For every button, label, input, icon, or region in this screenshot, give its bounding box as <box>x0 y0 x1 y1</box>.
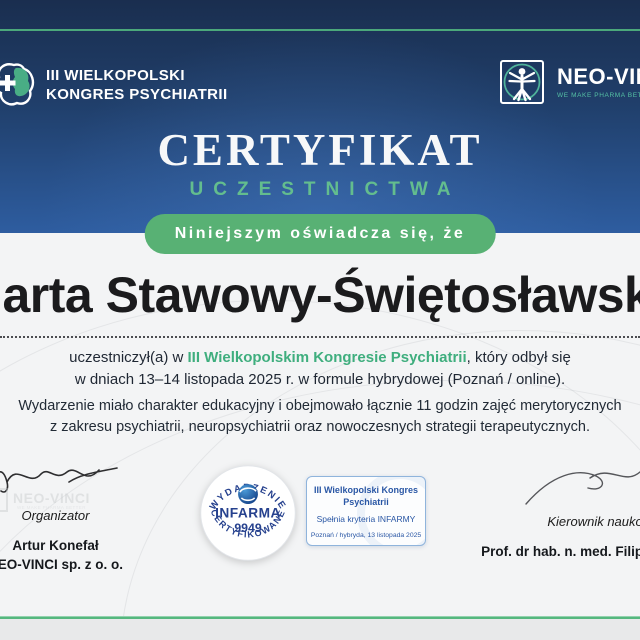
certificate-subtitle: UCZESTNICTWA <box>189 179 461 200</box>
scientific-director-name: Prof. dr hab. n. med. Filip Rybakowski <box>481 544 640 559</box>
neovinci-name: NEO-VINCI <box>557 64 640 90</box>
infarma-certified-badge: WYDARZENIE INFARMA 9949 CERTYFIKOWANE <box>200 465 296 561</box>
congress-logo: III WIELKOPOLSKI KONGRES PSYCHIATRII <box>0 60 228 110</box>
infarma-badge-name: INFARMA <box>215 506 281 521</box>
neovinci-tagline: WE MAKE PHARMA BETTER <box>557 91 640 99</box>
top-accent-line <box>0 29 640 31</box>
event-badge-title-line2: Psychiatrii <box>343 496 389 507</box>
congress-name-highlight: III Wielkopolskim Kongresie Psychiatrii <box>187 349 467 366</box>
organizer-signature <box>0 467 118 493</box>
event-badge-title: III Wielkopolski Kongres Psychiatrii <box>307 485 425 508</box>
recipient-name: Marta Stawowy-Świętosławska <box>0 267 640 323</box>
organizer-role: Organizator <box>21 508 90 523</box>
scientific-director-signature <box>524 470 640 505</box>
vitruvian-man-icon <box>500 60 544 104</box>
brain-cross-icon <box>0 63 35 106</box>
event-criteria-badge: III Wielkopolski Kongres Psychiatrii Spe… <box>306 476 426 546</box>
neovinci-text: NEO-VINCI WE MAKE PHARMA BETTER <box>557 64 640 99</box>
neovinci-logo: NEO-VINCI WE MAKE PHARMA BETTER <box>498 58 640 106</box>
congress-logo-line2: KONGRES PSYCHIATRII <box>46 86 228 103</box>
organizer-block: ✦ NEO-VINCI WE MAKE PHARMA BETTER Organi… <box>0 458 173 572</box>
dotted-divider <box>0 336 640 338</box>
organizer-company: NEO-VINCI sp. z o. o. <box>0 557 123 572</box>
event-badge-criteria: Spełnia kryteria INFARMY <box>316 514 416 525</box>
participation-suffix: , który odbył się <box>466 349 571 366</box>
scientific-director-block: Kierownik naukowy Prof. dr hab. n. med. … <box>468 460 640 559</box>
congress-logo-text: III WIELKOPOLSKI KONGRES PSYCHIATRII <box>46 66 228 105</box>
description-paragraph: Wydarzenie miało charakter edukacyjny i … <box>0 396 640 438</box>
scientific-director-role: Kierownik naukowy <box>547 514 640 529</box>
description-line2: z zakresu psychiatrii, neuropsychiatrii … <box>50 419 590 436</box>
header-banner: III WIELKOPOLSKI KONGRES PSYCHIATRII NEO… <box>0 0 640 233</box>
description-line1: Wydarzenie miało charakter edukacyjny i … <box>18 398 622 414</box>
event-badge-details: Poznań / hybryda, 13 listopada 2025 <box>310 532 422 540</box>
participation-line2: w dniach 13–14 listopada 2025 r. w formu… <box>74 370 566 388</box>
bottom-margin-strip <box>0 619 640 640</box>
statement-pill: Niniejszym oświadcza się, że <box>144 214 496 254</box>
participation-paragraph: uczestniczył(a) w III Wielkopolskim Kong… <box>0 347 640 391</box>
congress-logo-line1: III WIELKOPOLSKI <box>46 66 185 84</box>
participation-prefix: uczestniczył(a) w <box>69 349 188 366</box>
certificate: III WIELKOPOLSKI KONGRES PSYCHIATRII NEO… <box>0 0 640 640</box>
event-badge-title-line1: III Wielkopolski Kongres <box>314 485 418 495</box>
organizer-name: Artur Konefał <box>12 538 99 553</box>
certificate-title: CERTYFIKAT <box>157 125 483 175</box>
